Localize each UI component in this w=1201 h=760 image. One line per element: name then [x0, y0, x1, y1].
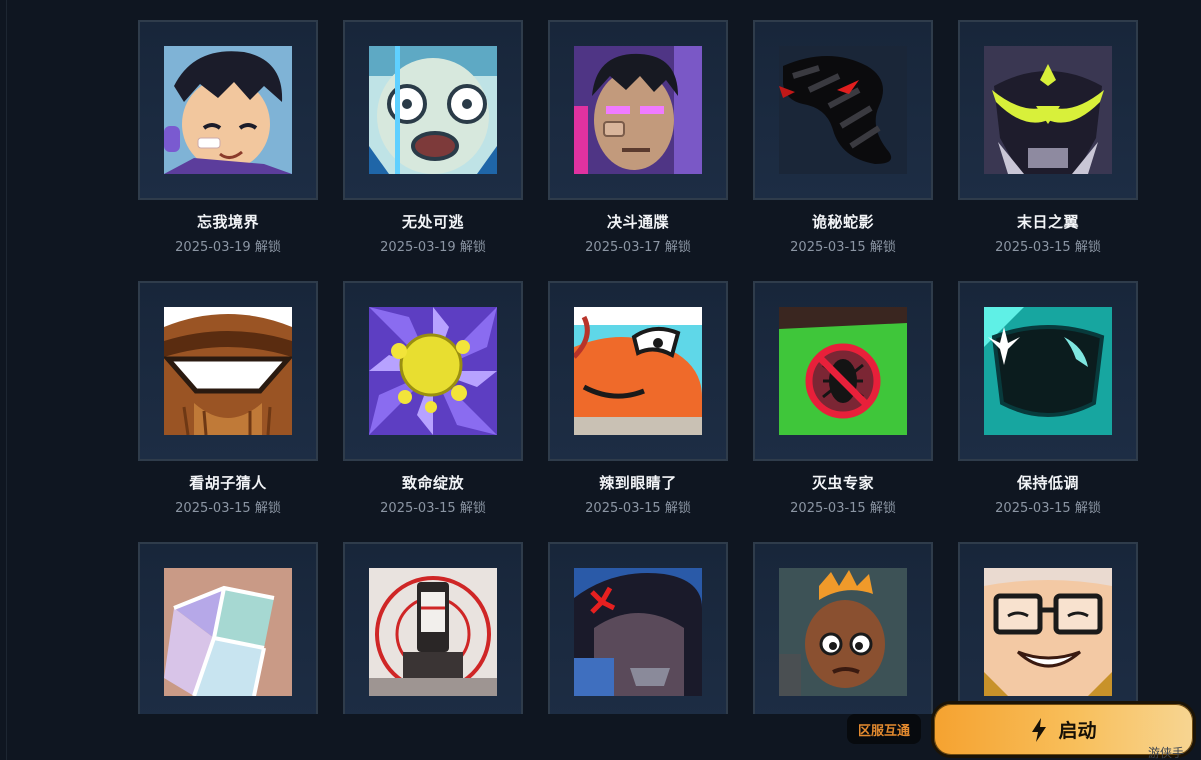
achievement-name: 致命绽放: [401, 474, 464, 492]
achievement-frame: [958, 20, 1138, 200]
unlock-date: 2025-03-17 解锁: [585, 240, 691, 255]
achievement-frame: [343, 281, 523, 461]
achievement-card[interactable]: 末日之翼 2025-03-15 解锁: [958, 20, 1138, 270]
glowing-eyes-agent-icon: [574, 46, 702, 174]
achievement-frame: [138, 281, 318, 461]
shadow-serpent-icon: [779, 46, 907, 174]
achievement-frame: [753, 20, 933, 200]
achievement-name: 末日之翼: [1016, 213, 1079, 231]
achievement-frame: [958, 542, 1138, 714]
achievement-card[interactable]: 诡秘蛇影 2025-03-15 解锁: [753, 20, 933, 270]
achievement-card[interactable]: 保持低调 2025-03-15 解锁: [958, 281, 1138, 531]
achievement-card[interactable]: 灭虫专家 2025-03-15 解锁: [753, 281, 933, 531]
unlock-date: 2025-03-15 解锁: [995, 501, 1101, 516]
achievement-card[interactable]: [548, 542, 728, 714]
unlock-date: 2025-03-15 解锁: [995, 240, 1101, 255]
stained-glass-icon: [164, 568, 292, 696]
unlock-date: 2025-03-19 解锁: [175, 240, 281, 255]
achievement-name: 辣到眼睛了: [599, 474, 677, 492]
achievement-frame: [958, 281, 1138, 461]
achievement-name: 诡秘蛇影: [811, 213, 874, 231]
achievement-frame: [753, 281, 933, 461]
achievement-frame: [548, 20, 728, 200]
achievement-card[interactable]: [343, 542, 523, 714]
achievement-card[interactable]: [138, 542, 318, 714]
achievement-name: 无处可逃: [401, 213, 464, 231]
chibi-headset-avatar-icon: [164, 46, 292, 174]
armored-visor-icon: [984, 46, 1112, 174]
beard-goggles-icon: [164, 307, 292, 435]
no-bugs-icon: [779, 307, 907, 435]
launch-label: 启动: [1058, 720, 1097, 742]
achievement-card[interactable]: [753, 542, 933, 714]
yellow-bloom-icon: [369, 307, 497, 435]
achievement-card[interactable]: 看胡子猜人 2025-03-15 解锁: [138, 281, 318, 531]
angry-agent-icon: [574, 568, 702, 696]
unlock-date: 2025-03-15 解锁: [790, 240, 896, 255]
region-interop-badge: 区服互通: [847, 714, 921, 744]
achievement-name: 决斗通牒: [606, 213, 669, 231]
achievement-name: 保持低调: [1016, 474, 1079, 492]
dark-sunglasses-icon: [984, 307, 1112, 435]
achievement-card[interactable]: 决斗通牒 2025-03-17 解锁: [548, 20, 728, 270]
watermark: 游侠手: [1148, 746, 1185, 760]
lightning-bolt-icon: [1030, 717, 1048, 742]
unlock-date: 2025-03-15 解锁: [380, 501, 486, 516]
glasses-grin-icon: [984, 568, 1112, 696]
achievement-frame: [343, 20, 523, 200]
achievement-card[interactable]: 无处可逃 2025-03-19 解锁: [343, 20, 523, 270]
unlock-date: 2025-03-15 解锁: [790, 501, 896, 516]
crosshair-tower-icon: [369, 568, 497, 696]
startled-face-icon: [369, 46, 497, 174]
left-divider: [6, 0, 7, 760]
unlock-date: 2025-03-19 解锁: [380, 240, 486, 255]
achievement-card[interactable]: 辣到眼睛了 2025-03-15 解锁: [548, 281, 728, 531]
unlock-date: 2025-03-15 解锁: [175, 501, 281, 516]
achievement-name: 忘我境界: [196, 213, 259, 231]
achievement-card[interactable]: 忘我境界 2025-03-19 解锁: [138, 20, 318, 270]
achievement-grid: 忘我境界 2025-03-19 解锁 无处可逃 2025-03-19 解锁 决斗…: [138, 20, 1138, 714]
achievement-frame: [548, 281, 728, 461]
achievement-frame: [548, 542, 728, 714]
unlock-date: 2025-03-15 解锁: [585, 501, 691, 516]
achievement-card[interactable]: [958, 542, 1138, 714]
achievement-frame: [138, 542, 318, 714]
mohawk-kid-icon: [779, 568, 907, 696]
achievement-name: 看胡子猜人: [189, 474, 267, 492]
achievement-frame: [753, 542, 933, 714]
orange-creature-icon: [574, 307, 702, 435]
achievement-name: 灭虫专家: [811, 474, 874, 492]
achievement-frame: [138, 20, 318, 200]
achievement-card[interactable]: 致命绽放 2025-03-15 解锁: [343, 281, 523, 531]
achievement-frame: [343, 542, 523, 714]
